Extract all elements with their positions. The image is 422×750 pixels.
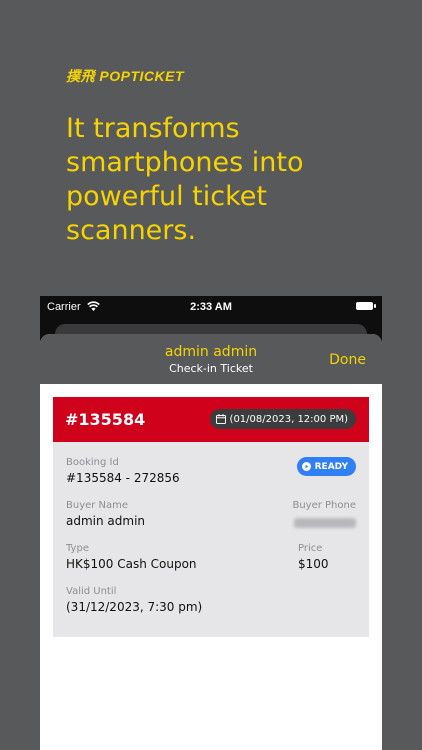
valid-until-label: Valid Until bbox=[66, 586, 117, 597]
price-value: $100 bbox=[298, 557, 329, 571]
done-button[interactable]: Done bbox=[329, 352, 366, 368]
status-text: READY bbox=[314, 461, 348, 472]
price-label: Price bbox=[298, 543, 323, 554]
ticket-card: #135584 (01/08/2023, 12:00 PM) Booking I… bbox=[53, 397, 369, 637]
check-in-sheet: admin admin Check-in Ticket Done #135584… bbox=[40, 334, 382, 750]
event-date-pill: (01/08/2023, 12:00 PM) bbox=[209, 409, 356, 429]
status-bar: Carrier 2:33 AM bbox=[40, 296, 382, 318]
ticket-number: #135584 bbox=[65, 410, 146, 429]
ticket-header: #135584 (01/08/2023, 12:00 PM) bbox=[53, 397, 369, 442]
clock: 2:33 AM bbox=[190, 301, 232, 313]
status-badge: READY bbox=[296, 457, 356, 476]
booking-id-value: #135584 - 272856 bbox=[66, 471, 180, 485]
ready-icon bbox=[301, 462, 311, 471]
buyer-phone-redacted bbox=[294, 518, 356, 528]
type-label: Type bbox=[66, 543, 89, 554]
battery-icon bbox=[356, 302, 376, 310]
calendar-icon bbox=[215, 414, 226, 424]
buyer-phone-label: Buyer Phone bbox=[292, 500, 356, 511]
buyer-name-value: admin admin bbox=[66, 514, 146, 528]
type-value: HK$100 Cash Coupon bbox=[66, 557, 197, 571]
booking-id-label: Booking Id bbox=[66, 457, 119, 468]
brand-logo: 撲飛 POPTICKET bbox=[66, 68, 185, 84]
headline: It transforms smartphones into powerful … bbox=[66, 113, 304, 246]
valid-until-value: (31/12/2023, 7:30 pm) bbox=[66, 600, 203, 614]
sheet-header: admin admin Check-in Ticket Done bbox=[40, 334, 382, 384]
buyer-name-label: Buyer Name bbox=[66, 500, 129, 511]
phone-screen: Carrier 2:33 AM admin admin Check-in Tic… bbox=[40, 296, 382, 750]
event-date: (01/08/2023, 12:00 PM) bbox=[229, 413, 348, 425]
